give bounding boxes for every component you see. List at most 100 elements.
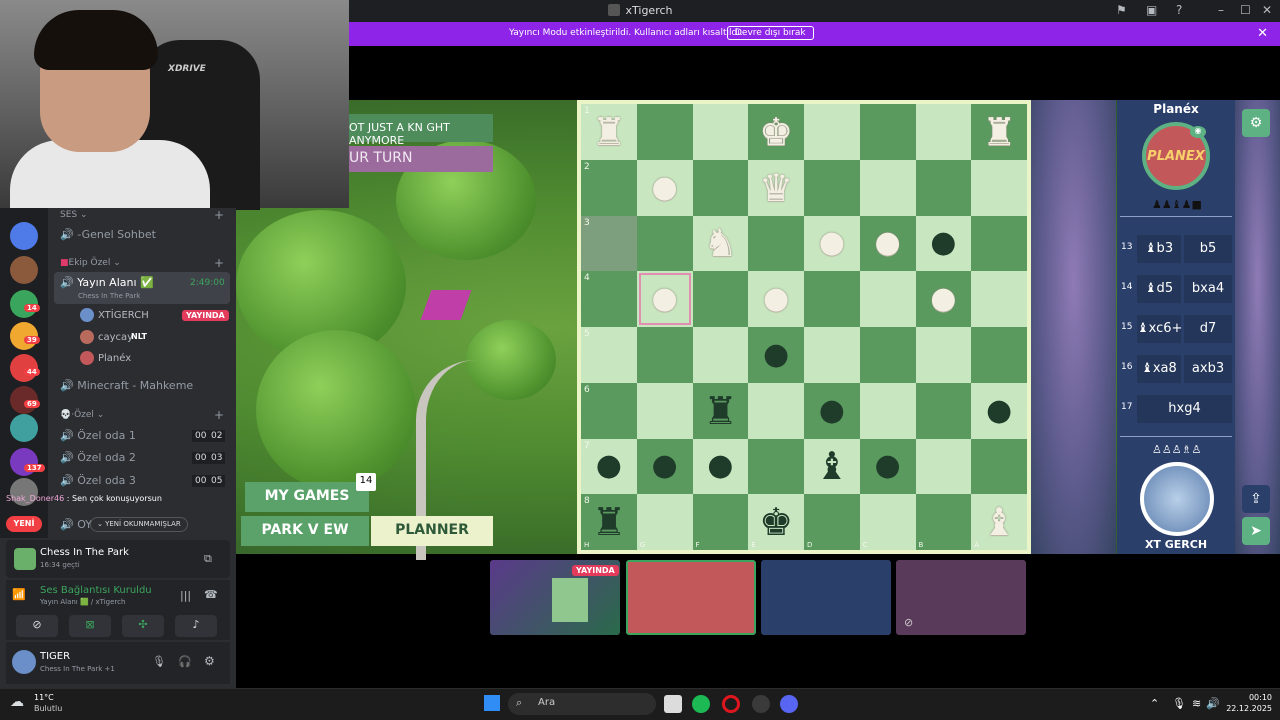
- channel-ozel-oda-3[interactable]: 🔊 Özel oda 3: [60, 474, 136, 487]
- new-badge[interactable]: YENİ: [6, 516, 42, 532]
- black-piece[interactable]: ♜: [581, 494, 637, 550]
- white-piece[interactable]: ♞: [693, 216, 749, 272]
- taskbar-search[interactable]: Ara: [508, 693, 656, 715]
- banner-close-icon[interactable]: ✕: [1257, 26, 1268, 41]
- server-icon[interactable]: [10, 414, 38, 442]
- participant-tile-xtigerch[interactable]: [761, 560, 891, 635]
- white-move[interactable]: ♝xc6+: [1137, 315, 1182, 343]
- white-move[interactable]: ♝b3: [1137, 235, 1181, 263]
- board-square[interactable]: ♜: [692, 382, 749, 439]
- board-square[interactable]: [692, 327, 749, 383]
- voice-user[interactable]: Planéx: [98, 353, 131, 364]
- board-square[interactable]: B: [915, 494, 972, 550]
- board-square[interactable]: ●: [859, 215, 916, 272]
- board-square[interactable]: [915, 382, 972, 439]
- black-piece[interactable]: ♜: [693, 383, 749, 439]
- activity-card[interactable]: Chess In The Park 16:34 geçti ⧉: [6, 540, 230, 578]
- board-square[interactable]: [636, 215, 693, 272]
- white-piece[interactable]: ♛: [748, 160, 804, 216]
- board-square[interactable]: 5: [581, 327, 637, 383]
- unread-jump-button[interactable]: ⌄ YENİ OKUNMAMIŞLAR: [90, 517, 188, 532]
- board-square[interactable]: 2: [581, 159, 637, 216]
- board-square[interactable]: [636, 104, 693, 160]
- board-square[interactable]: D: [804, 494, 860, 550]
- black-move[interactable]: bxa4: [1184, 275, 1232, 303]
- black-piece[interactable]: ●: [971, 383, 1027, 439]
- share-icon[interactable]: ⇪: [1242, 485, 1270, 513]
- black-piece[interactable]: ♝: [804, 439, 860, 495]
- participant-tile-caycay[interactable]: ⊘: [896, 560, 1026, 635]
- white-piece[interactable]: ♜: [971, 104, 1027, 160]
- board-square[interactable]: ●: [636, 271, 693, 327]
- board-square[interactable]: 7 ●: [581, 438, 637, 495]
- file-explorer-icon[interactable]: [664, 695, 682, 713]
- signal-icon[interactable]: 📶: [12, 588, 26, 601]
- black-piece[interactable]: ●: [860, 439, 916, 495]
- black-piece[interactable]: ●: [693, 439, 749, 495]
- board-square[interactable]: 1 ♜: [581, 104, 637, 160]
- weather-icon[interactable]: ☁: [10, 694, 24, 710]
- board-square[interactable]: [804, 327, 860, 383]
- board-square[interactable]: ●: [804, 215, 860, 272]
- flag-icon[interactable]: ⚑: [1116, 3, 1127, 17]
- black-move[interactable]: b5: [1184, 235, 1232, 263]
- black-piece[interactable]: ●: [748, 327, 804, 383]
- server-icon[interactable]: [10, 256, 38, 284]
- white-move[interactable]: ♝xa8: [1137, 355, 1181, 383]
- participant-tile-planex[interactable]: [626, 560, 756, 635]
- board-square[interactable]: ●: [748, 271, 804, 327]
- white-piece[interactable]: ●: [916, 271, 972, 327]
- minimize-icon[interactable]: –: [1218, 3, 1224, 17]
- voice-user[interactable]: XTİGERCH: [98, 310, 149, 321]
- add-channel-icon[interactable]: +: [214, 208, 224, 222]
- board-square[interactable]: [971, 327, 1027, 383]
- board-square[interactable]: [859, 327, 916, 383]
- white-piece[interactable]: ●: [637, 160, 693, 216]
- board-square[interactable]: [692, 104, 749, 160]
- board-square[interactable]: ●: [636, 159, 693, 216]
- board-square[interactable]: ♝: [804, 438, 860, 495]
- board-square[interactable]: ♚: [748, 104, 804, 160]
- board-square[interactable]: [636, 382, 693, 439]
- wifi-icon[interactable]: ≋: [1192, 697, 1201, 710]
- white-move[interactable]: ♝d5: [1137, 275, 1181, 303]
- board-square[interactable]: ●: [915, 271, 972, 327]
- tray-chevron-icon[interactable]: ⌃: [1150, 697, 1159, 710]
- board-square[interactable]: 4: [581, 271, 637, 327]
- board-square[interactable]: ●: [692, 438, 749, 495]
- microphone-icon[interactable]: 🎙: [152, 655, 166, 668]
- board-square[interactable]: [915, 104, 972, 160]
- board-square[interactable]: [915, 159, 972, 216]
- board-square[interactable]: [804, 159, 860, 216]
- volume-icon[interactable]: 🔊: [1206, 697, 1220, 710]
- board-square[interactable]: C: [859, 494, 916, 550]
- black-move[interactable]: d7: [1184, 315, 1232, 343]
- board-square[interactable]: [748, 382, 804, 439]
- camera-off-icon[interactable]: ⊘: [16, 615, 58, 637]
- discord-icon[interactable]: [780, 695, 798, 713]
- section-ses[interactable]: SES ⌄: [60, 210, 88, 220]
- white-piece[interactable]: ♚: [748, 104, 804, 160]
- channel-oy[interactable]: 🔊 OY: [60, 518, 92, 531]
- headphones-icon[interactable]: 🎧: [178, 655, 192, 668]
- board-square[interactable]: [859, 382, 916, 439]
- activity-popout-icon[interactable]: ⧉: [204, 552, 212, 566]
- board-square[interactable]: [971, 215, 1027, 272]
- park-view-button[interactable]: PARK V EW: [241, 516, 369, 546]
- avatar[interactable]: [12, 650, 36, 674]
- server-icon[interactable]: [10, 222, 38, 250]
- board-square[interactable]: 8 H ♜: [581, 494, 637, 550]
- black-piece[interactable]: ●: [637, 439, 693, 495]
- channel-ozel-oda-1[interactable]: 🔊 Özel oda 1: [60, 429, 136, 442]
- black-piece[interactable]: ♚: [748, 494, 804, 550]
- board-square[interactable]: ♞: [692, 215, 749, 272]
- settings-icon[interactable]: ⚙: [204, 654, 215, 668]
- board-square[interactable]: F: [692, 494, 749, 550]
- inbox-icon[interactable]: ▣: [1146, 3, 1157, 17]
- help-icon[interactable]: ?: [1176, 3, 1182, 17]
- channel-ozel-oda-2[interactable]: 🔊 Özel oda 2: [60, 451, 136, 464]
- white-piece[interactable]: ♜: [581, 104, 637, 160]
- black-piece[interactable]: ●: [916, 216, 972, 272]
- my-games-button[interactable]: MY GAMES: [245, 482, 369, 512]
- white-piece[interactable]: ●: [637, 271, 693, 327]
